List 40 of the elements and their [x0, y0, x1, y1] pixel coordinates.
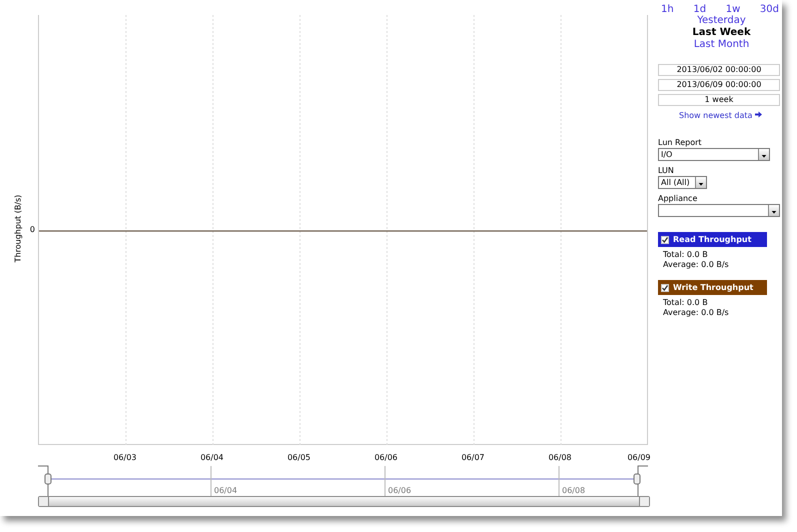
preset-link[interactable]: Last Week	[692, 27, 751, 39]
x-tick-label: 06/04	[200, 453, 224, 462]
time-range-link[interactable]: 30d	[760, 4, 779, 15]
time-range-link[interactable]: 1h	[661, 4, 674, 15]
dropdown[interactable]	[658, 204, 780, 217]
series-total: Total: 0.0 B	[663, 298, 709, 308]
field-label: Lun Report	[658, 138, 703, 147]
series-total: Total: 0.0 B	[663, 250, 709, 260]
end-date-field[interactable]: 2013/06/09 00:00:00	[658, 79, 780, 91]
x-tick-label: 06/08	[548, 453, 572, 462]
start-date-field[interactable]: 2013/06/02 00:00:00	[658, 64, 780, 76]
navigator-drawing[interactable]	[38, 466, 648, 497]
y-axis-label: Throughput (B/s)	[14, 194, 22, 264]
x-tick-label: 06/05	[287, 453, 311, 462]
duration-field[interactable]: 1 week	[658, 94, 780, 106]
preset-link[interactable]: Yesterday	[697, 15, 746, 27]
x-tick-label: 06/09	[627, 453, 651, 462]
x-tick-label: 06/03	[113, 453, 137, 462]
x-tick-label: 06/06	[374, 453, 398, 462]
navigator-date-label: 06/08	[561, 486, 586, 495]
dropdown[interactable]: I/O	[658, 148, 770, 161]
field-label: Appliance	[658, 194, 698, 203]
series-average: Average: 0.0 B/s	[663, 260, 730, 270]
x-tick-label: 06/07	[461, 453, 485, 462]
time-range-link[interactable]: 1d	[693, 4, 706, 15]
legend-toggle[interactable]: Read Throughput	[658, 232, 767, 247]
field-label: LUN	[658, 166, 675, 175]
arrow-right-icon	[755, 111, 762, 118]
dropdown[interactable]: All (All)	[658, 176, 707, 189]
checkbox[interactable]	[661, 284, 669, 292]
scrollbar[interactable]	[38, 496, 650, 507]
time-range-link[interactable]: 1w	[726, 4, 740, 15]
show-newest-link[interactable]: Show newest data	[679, 111, 762, 120]
navigator-date-label: 06/04	[213, 486, 238, 495]
checkbox[interactable]	[661, 236, 669, 244]
series-average: Average: 0.0 B/s	[663, 308, 730, 318]
legend-toggle[interactable]: Write Throughput	[658, 280, 767, 295]
preset-link[interactable]: Last Month	[694, 39, 750, 51]
navigator-date-label: 06/06	[387, 486, 412, 495]
y-tick-label: 0	[30, 225, 35, 234]
